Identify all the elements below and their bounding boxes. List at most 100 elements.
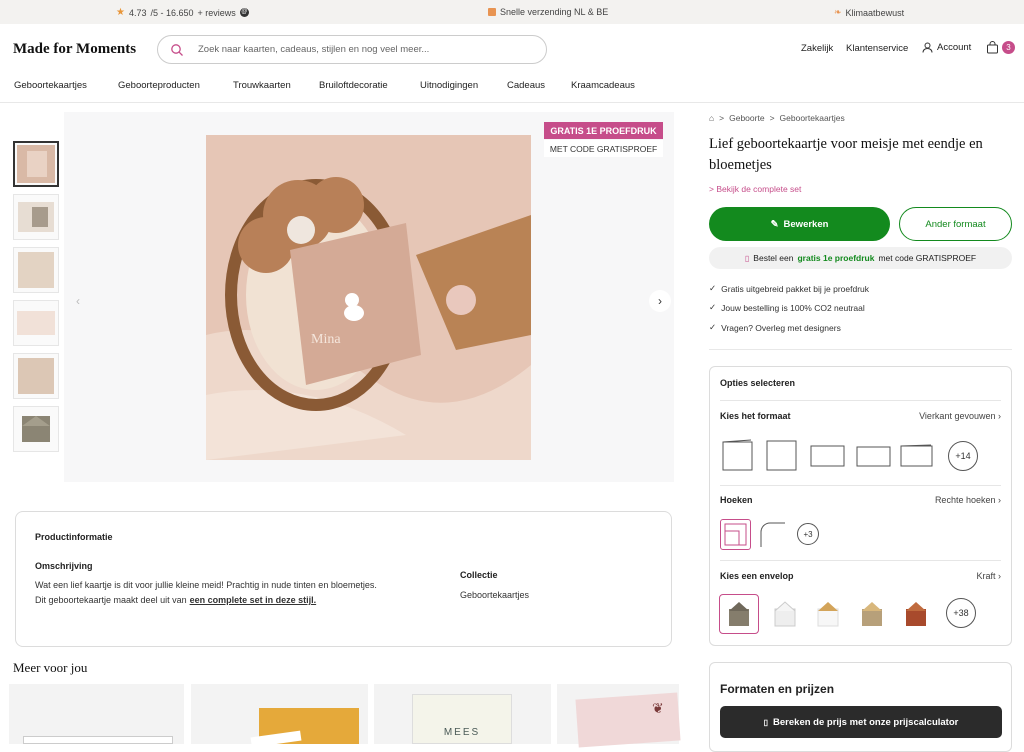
corner-straight[interactable] (720, 519, 751, 550)
main-nav: Geboortekaartjes Geboorteproducten Trouw… (0, 74, 1024, 102)
nav-item-cadeaus[interactable]: Cadeaus (507, 80, 545, 91)
cart-button[interactable]: 3 (986, 41, 1015, 54)
nav-item-uitnodigingen[interactable]: Uitnodigingen (420, 80, 478, 91)
divider (720, 400, 1001, 401)
recommendation-card-3[interactable]: MEES (374, 684, 551, 744)
promo-code-badge: MET CODE GRATISPROEF (544, 140, 663, 157)
format-landscape-folded[interactable] (810, 444, 846, 468)
complete-set-link[interactable]: een complete set in deze stijl. (190, 595, 317, 605)
shipping-label: Snelle verzending NL & BE (500, 7, 609, 17)
recommendation-card-4[interactable]: ❦ (557, 684, 681, 748)
reviews-label: + reviews (197, 7, 236, 18)
recommendation-card-1[interactable] (9, 684, 184, 744)
breadcrumb-separator: > (769, 113, 775, 123)
promo-text-pre: Bestel een (753, 253, 794, 263)
nav-item-geboortekaartjes[interactable]: Geboortekaartjes (14, 80, 87, 91)
format-square-folded[interactable] (721, 439, 754, 472)
nav-item-bruiloftdecoratie[interactable]: Bruiloftdecoratie (319, 80, 388, 91)
thumbnail-2[interactable] (13, 194, 59, 240)
format-value: Vierkant gevouwen › (919, 411, 1001, 421)
corners-label: Hoeken (720, 495, 753, 505)
recommendation-card-2[interactable] (191, 684, 368, 748)
format-wide[interactable] (899, 444, 935, 468)
description-line-2: Dit geboortekaartje maakt deel uit van e… (35, 595, 316, 605)
chevron-left-icon[interactable]: ‹ (67, 290, 89, 312)
envelope-white[interactable] (765, 594, 805, 634)
klantenservice-link[interactable]: Klantenservice (846, 43, 908, 54)
shipping-usp: Snelle verzending NL & BE (488, 7, 608, 17)
pencil-icon: ✎ (770, 218, 779, 230)
thumbnail-1[interactable] (13, 141, 59, 187)
rating-count: /5 - 16.650 (150, 7, 194, 18)
climate-usp: ❧ Klimaatbewust (834, 7, 904, 18)
thumbnail-image (18, 252, 54, 288)
format-landscape-flat[interactable] (856, 444, 892, 468)
breadcrumb-geboortekaartjes[interactable]: Geboortekaartjes (780, 113, 845, 123)
collection-value[interactable]: Geboortekaartjes (460, 590, 529, 600)
usp-label: Gratis uitgebreid pakket bij je proefdru… (721, 283, 870, 294)
logo[interactable]: Made for Moments (13, 41, 136, 58)
format-option-row[interactable]: Kies het formaat Vierkant gevouwen › (720, 411, 1001, 421)
usp-label: Vragen? Overleg met designers (721, 322, 841, 333)
corners-value: Rechte hoeken › (935, 495, 1001, 505)
thumbnail-5[interactable] (13, 353, 59, 399)
product-info-title: Productinformatie (35, 532, 113, 542)
thumbnail-3[interactable] (13, 247, 59, 293)
envelope-value: Kraft › (976, 571, 1001, 581)
box-icon (488, 8, 496, 16)
product-info-panel: Productinformatie Omschrijving Wat een l… (15, 511, 672, 647)
envelope-beige-gold[interactable] (852, 594, 892, 634)
more-corners-button[interactable]: +3 (797, 523, 819, 545)
envelope-gold-lined[interactable] (808, 594, 848, 634)
format-label: Kies het formaat (720, 411, 791, 421)
edit-button-label: Bewerken (783, 218, 829, 230)
format-value-label: Vierkant gevouwen (919, 411, 996, 421)
more-formats-button[interactable]: +14 (948, 441, 978, 471)
description-line-1: Wat een lief kaartje is dit voor jullie … (35, 580, 377, 590)
more-envelopes-button[interactable]: +38 (946, 598, 976, 628)
format-shape (766, 440, 797, 471)
nav-item-geboorteproducten[interactable]: Geboorteproducten (118, 80, 200, 91)
other-format-button[interactable]: Ander formaat (899, 207, 1012, 241)
product-gallery: ‹ Mina GRATIS 1E PROEFDRUK MET CODE GRAT… (64, 112, 674, 482)
product-illustration: Mina (206, 135, 531, 460)
thumbnail-6[interactable] (13, 406, 59, 452)
leaf-icon: ❧ (834, 7, 842, 17)
usp-item: ✓ Gratis uitgebreid pakket bij je proefdr… (709, 283, 869, 294)
chevron-right-icon: › (998, 571, 1001, 581)
header: Made for Moments Zoek naar kaarten, cade… (0, 24, 1024, 74)
climate-label: Klimaatbewust (845, 7, 905, 18)
envelope-option-row[interactable]: Kies een envelop Kraft › (720, 571, 1001, 581)
price-calculator-button[interactable]: ▯ Bereken de prijs met onze prijscalcula… (720, 706, 1002, 738)
description-line-2-text: Dit geboortekaartje maakt deel uit van (35, 595, 187, 605)
thumbnail-image (17, 311, 55, 335)
format-shape (810, 445, 845, 467)
nav-item-trouwkaarten[interactable]: Trouwkaarten (233, 80, 291, 91)
leaf-icon: ❦ (652, 700, 664, 716)
chevron-right-icon[interactable]: › (649, 290, 671, 312)
envelope-kraft-green[interactable] (719, 594, 759, 634)
rating-value: 4.73 (128, 7, 147, 18)
usp-label: Jouw bestelling is 100% CO2 neutraal (721, 302, 865, 313)
chevron-right-icon: › (998, 495, 1001, 505)
corners-option-row[interactable]: Hoeken Rechte hoeken › (720, 495, 1001, 505)
edit-button[interactable]: ✎ Bewerken (709, 207, 890, 241)
thumbnail-4[interactable] (13, 300, 59, 346)
search-input[interactable]: Zoek naar kaarten, cadeaus, stijlen en n… (157, 35, 547, 64)
card-text: MEES (412, 694, 512, 744)
view-complete-set-link[interactable]: > Bekijk de complete set (709, 184, 801, 194)
breadcrumb-geboorte[interactable]: Geboorte (729, 113, 764, 123)
zakelijk-link[interactable]: Zakelijk (801, 43, 833, 54)
price-calculator-label: Bereken de prijs met onze prijscalculato… (773, 716, 959, 728)
envelope-terracotta[interactable] (896, 594, 936, 634)
account-link[interactable]: Account (922, 42, 971, 53)
breadcrumb: ⌂ > Geboorte > Geboortekaartjes (709, 113, 845, 123)
home-icon[interactable]: ⌂ (709, 113, 714, 123)
user-icon (922, 42, 933, 53)
promo-text-highlight: gratis 1e proefdruk (797, 253, 875, 263)
format-square-flat[interactable] (765, 439, 798, 472)
corner-rounded[interactable] (757, 519, 788, 550)
corner-shape (724, 523, 747, 546)
nav-item-kraamcadeaus[interactable]: Kraamcadeaus (571, 80, 635, 91)
usp-item: ✓ Jouw bestelling is 100% CO2 neutraal (709, 302, 865, 313)
